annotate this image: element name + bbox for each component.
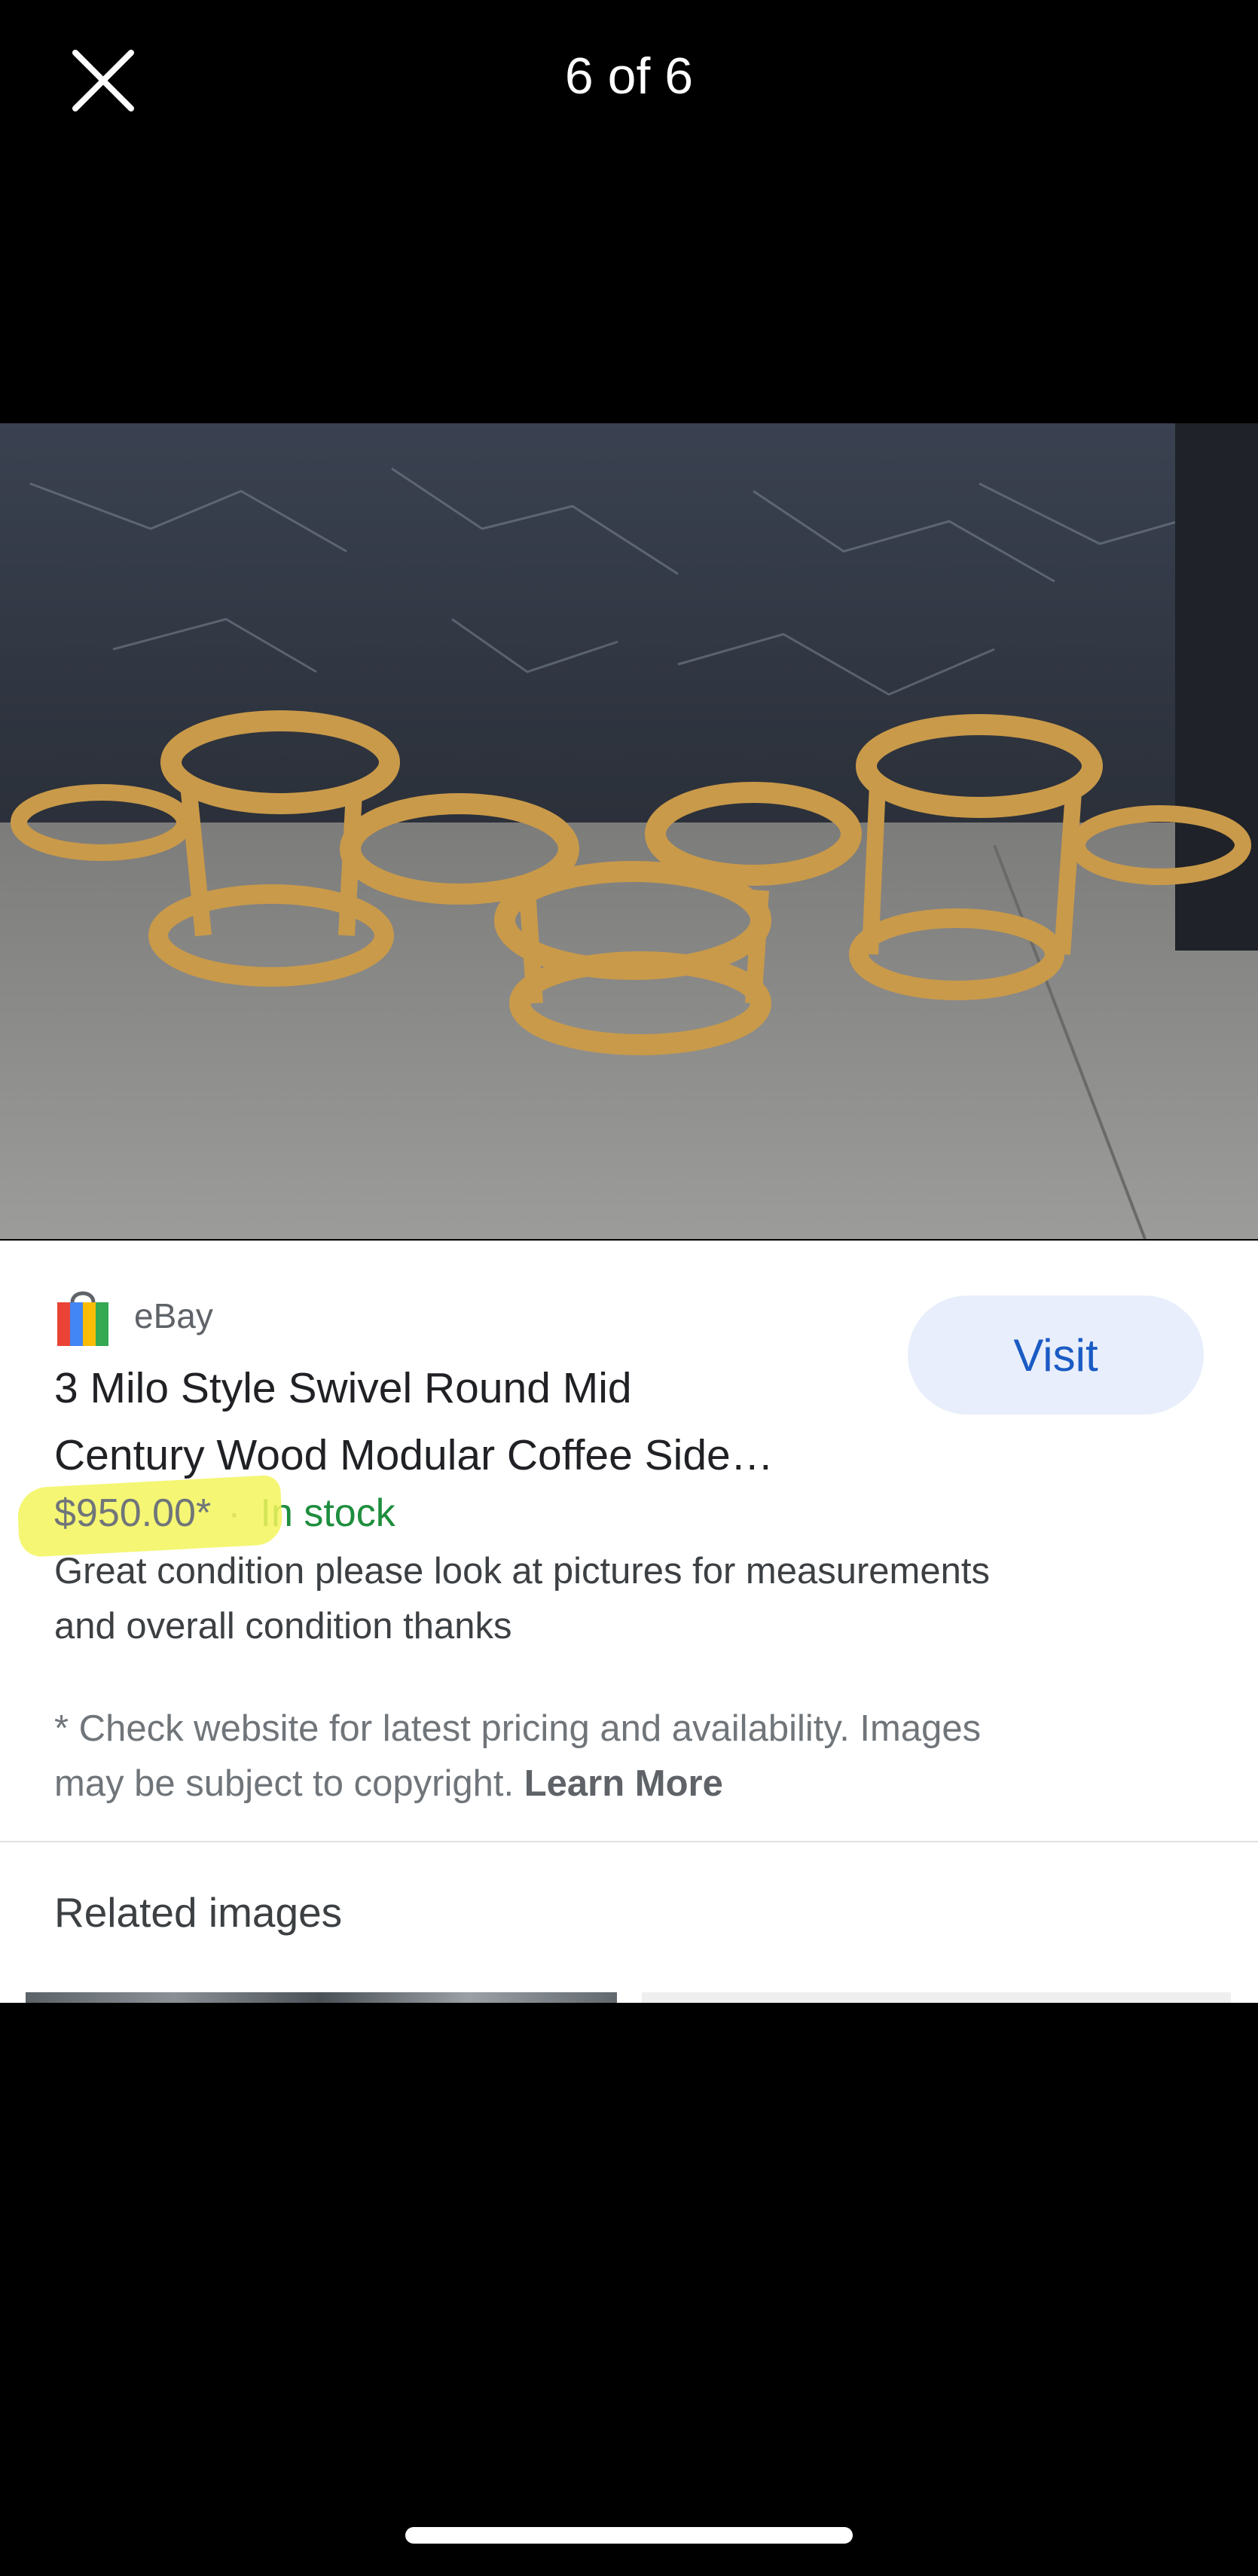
home-indicator[interactable]	[405, 2527, 853, 2544]
notice-line: * Check website for latest pricing and a…	[54, 1708, 982, 1749]
price-row: $950.00* · In stock	[16, 1474, 395, 1558]
related-images-heading: Related images	[54, 1889, 343, 1936]
product-description: Great condition please look at pictures …	[54, 1544, 1229, 1654]
product-title-line: Century Wood Modular Coffee Side…	[54, 1431, 774, 1479]
description-line: and overall condition thanks	[54, 1606, 512, 1647]
viewer-header: 6 of 6	[0, 0, 1258, 151]
source-row[interactable]: eBay	[54, 1282, 213, 1350]
source-name: eBay	[134, 1296, 213, 1335]
shopping-bag-icon	[57, 1291, 108, 1346]
divider	[0, 1841, 1258, 1842]
notice-line: may be subject to copyright.	[54, 1763, 524, 1804]
image-counter: 6 of 6	[564, 47, 694, 105]
pricing-notice: * Check website for latest pricing and a…	[54, 1702, 1229, 1811]
price-text: $950.00*	[54, 1491, 212, 1535]
related-image-thumbnail[interactable]	[642, 1992, 1231, 2003]
product-card: eBay Visit 3 Milo Style Swivel Round Mid…	[0, 1241, 1258, 2003]
price: $950.00*	[16, 1474, 284, 1558]
product-title[interactable]: 3 Milo Style Swivel Round Mid Century Wo…	[54, 1355, 868, 1489]
product-image[interactable]	[0, 423, 1258, 1239]
related-image-thumbnail[interactable]	[26, 1992, 617, 2003]
learn-more-link[interactable]: Learn More	[524, 1763, 723, 1804]
product-title-line: 3 Milo Style Swivel Round Mid	[54, 1364, 632, 1412]
visit-button[interactable]: Visit	[908, 1296, 1204, 1415]
description-line: Great condition please look at pictures …	[54, 1551, 990, 1592]
